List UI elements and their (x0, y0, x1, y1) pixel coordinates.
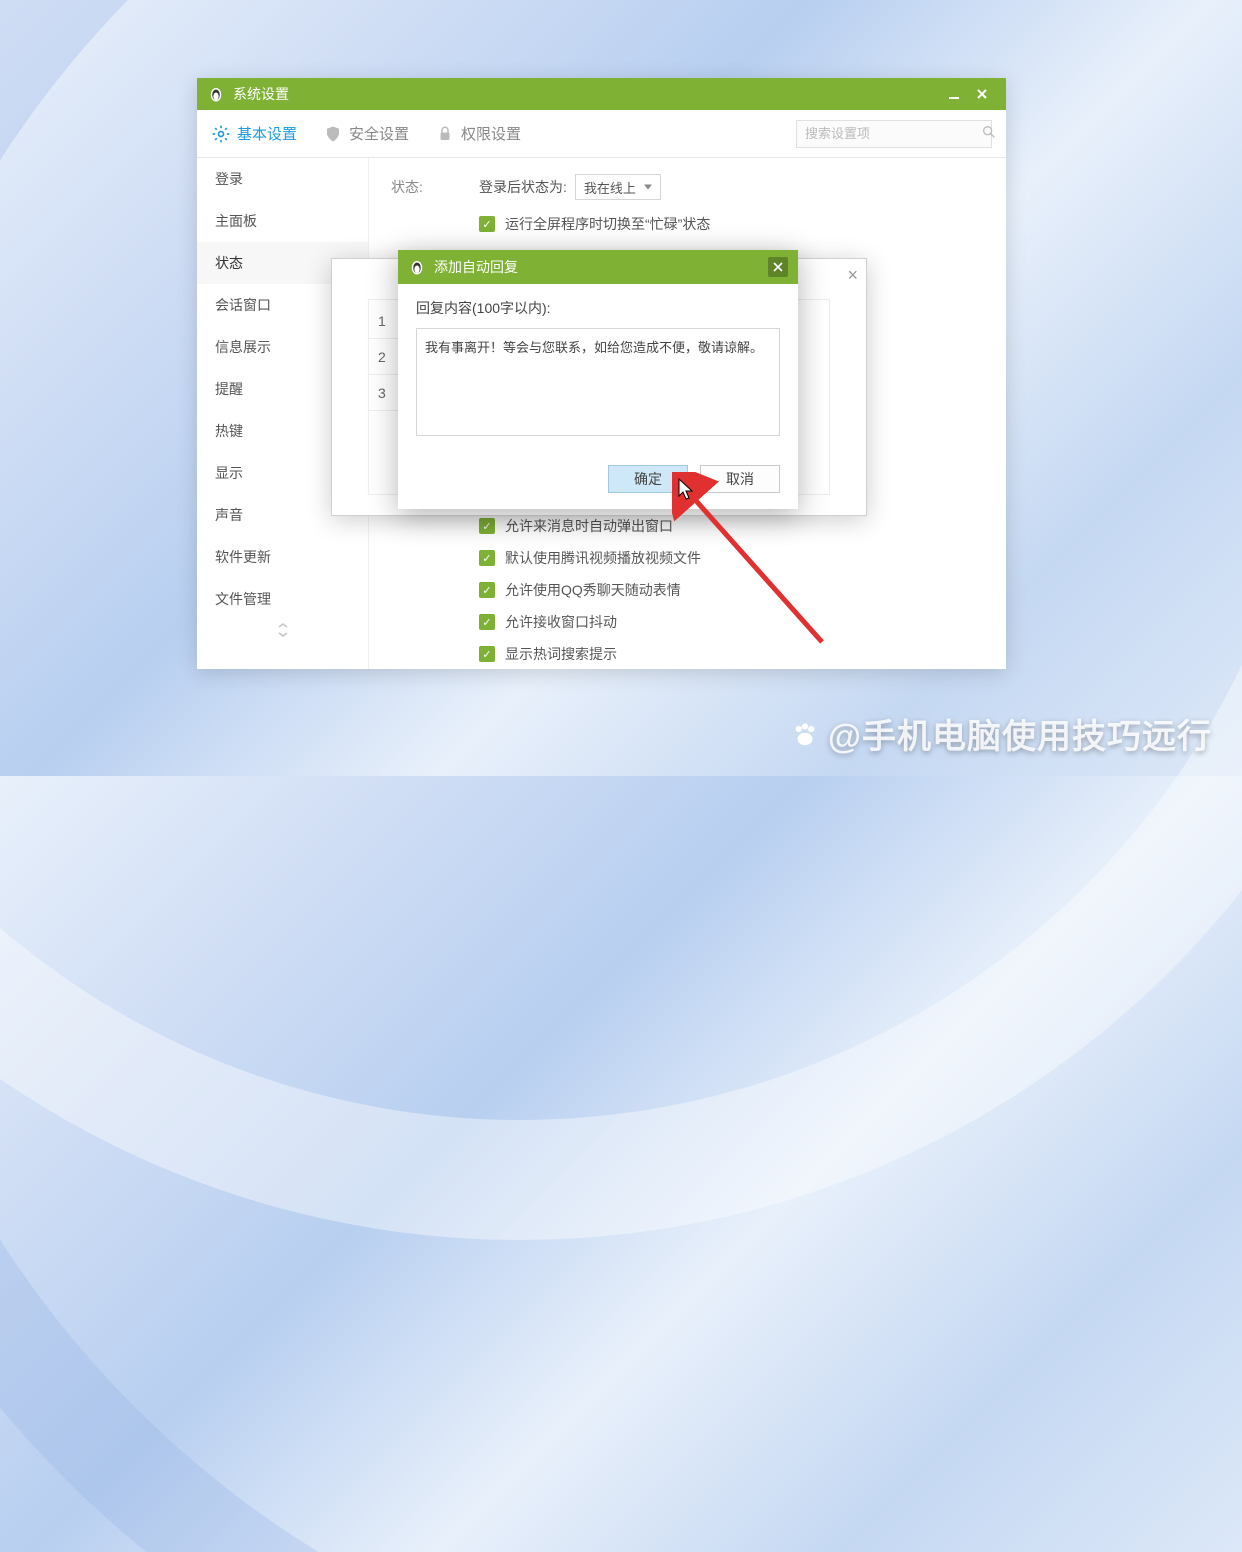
dialog-titlebar[interactable]: 添加自动回复 (398, 250, 798, 284)
tab-label: 基本设置 (237, 123, 297, 144)
tab-basic[interactable]: 基本设置 (211, 123, 297, 144)
dialog-close-button[interactable] (768, 257, 788, 277)
close-icon[interactable]: × (847, 265, 858, 286)
checkbox-window-shake[interactable]: ✓允许接收窗口抖动 (479, 612, 984, 632)
tab-label: 安全设置 (349, 123, 409, 144)
watermark: @手机电脑使用技巧远行 (788, 709, 1212, 758)
check-icon: ✓ (479, 216, 495, 232)
reply-textarea[interactable] (416, 328, 780, 436)
ok-button[interactable]: 确定 (608, 465, 688, 493)
search-box[interactable] (796, 120, 992, 148)
login-status-select[interactable]: 我在线上 (575, 174, 661, 200)
sidebar-item-login[interactable]: 登录 (197, 158, 368, 200)
check-icon: ✓ (479, 582, 495, 598)
check-icon: ✓ (479, 518, 495, 534)
paw-icon (788, 717, 822, 751)
app-icon (207, 85, 225, 103)
tab-label: 权限设置 (461, 123, 521, 144)
add-auto-reply-dialog: 添加自动回复 回复内容(100字以内): 确定 取消 (398, 250, 798, 509)
shield-icon (323, 124, 343, 144)
checkbox-tencent-video[interactable]: ✓默认使用腾讯视频播放视频文件 (479, 548, 984, 568)
search-input[interactable] (805, 126, 981, 141)
check-icon: ✓ (479, 646, 495, 662)
check-icon: ✓ (479, 550, 495, 566)
search-icon (981, 124, 997, 143)
reply-content-label: 回复内容(100字以内): (416, 298, 780, 318)
sidebar-item-filemgr[interactable]: 文件管理 (197, 578, 368, 620)
checkbox-fullscreen-busy[interactable]: ✓运行全屏程序时切换至“忙碌”状态 (479, 214, 984, 234)
status-section-label: 状态: (391, 177, 479, 197)
app-icon (408, 258, 426, 276)
window-title: 系统设置 (233, 84, 289, 104)
close-button[interactable] (968, 84, 996, 104)
checkbox-qqshow[interactable]: ✓允许使用QQ秀聊天随动表情 (479, 580, 984, 600)
titlebar[interactable]: 系统设置 (197, 78, 1006, 110)
dialog-title: 添加自动回复 (434, 257, 518, 277)
sidebar-item-update[interactable]: 软件更新 (197, 536, 368, 578)
sidebar-scroll-icon (197, 620, 368, 640)
checkbox-hotword[interactable]: ✓显示热词搜索提示 (479, 644, 984, 664)
cancel-button[interactable]: 取消 (700, 465, 780, 493)
lock-icon (435, 124, 455, 144)
login-status-label: 登录后状态为: (479, 177, 567, 197)
tab-security[interactable]: 安全设置 (323, 123, 409, 144)
checkbox-popup[interactable]: ✓允许来消息时自动弹出窗口 (479, 516, 984, 536)
tab-permission[interactable]: 权限设置 (435, 123, 521, 144)
sidebar-item-mainpanel[interactable]: 主面板 (197, 200, 368, 242)
minimize-button[interactable] (940, 84, 968, 104)
toolbar: 基本设置 安全设置 权限设置 (197, 110, 1006, 158)
gear-icon (211, 124, 231, 144)
check-icon: ✓ (479, 614, 495, 630)
